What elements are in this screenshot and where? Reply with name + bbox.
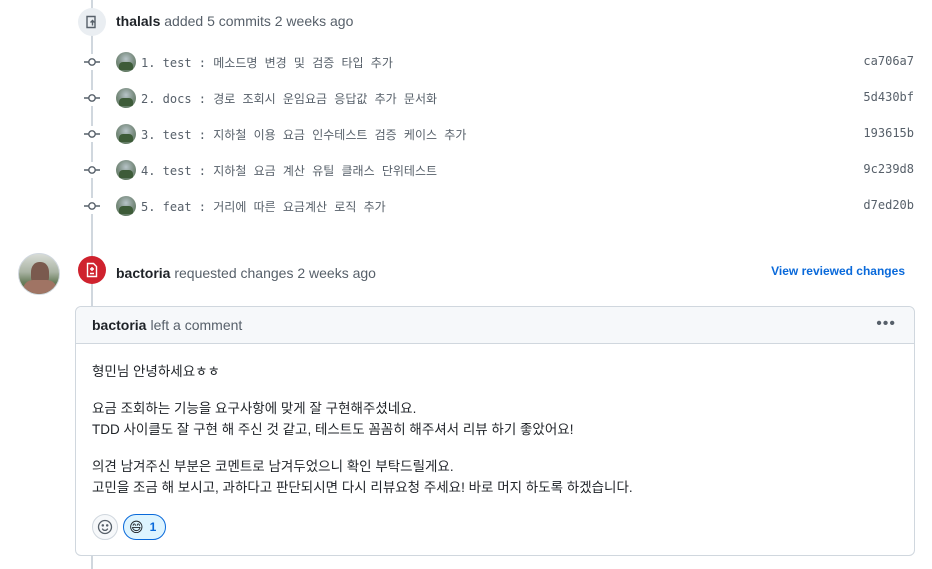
commit-sha[interactable]: 5d430bf bbox=[863, 90, 914, 104]
commit-row: 1. test : 메소드명 변경 및 검증 타입 추가 ca706a7 bbox=[84, 52, 916, 72]
commit-row: 5. feat : 거리에 따른 요금계산 로직 추가 d7ed20b bbox=[84, 196, 916, 216]
commit-message[interactable]: 2. docs : 경로 조회시 운임요금 응답값 추가 문서화 bbox=[141, 90, 437, 107]
comment-line: TDD 사이클도 잘 구현 해 주신 것 같고, 테스트도 꼼꼼히 해주셔서 리… bbox=[92, 422, 574, 437]
reviewer-avatar[interactable] bbox=[18, 253, 60, 295]
avatar[interactable] bbox=[116, 88, 136, 108]
comment-line: 고민을 조금 해 보시고, 과하다고 판단되시면 다시 리뷰요청 주세요! 바로… bbox=[92, 480, 633, 495]
reactions: 😄 1 bbox=[92, 514, 167, 540]
comment-line: 형민님 안녕하세요ㅎㅎ bbox=[92, 364, 220, 379]
commit-message[interactable]: 3. test : 지하철 이용 요금 인수테스트 검증 케이스 추가 bbox=[141, 126, 466, 143]
avatar[interactable] bbox=[116, 196, 136, 216]
review-comment: bactoria left a comment ••• 형민님 안녕하세요ㅎㅎ … bbox=[75, 306, 915, 556]
push-author[interactable]: thalals bbox=[116, 13, 160, 29]
smiley-icon[interactable] bbox=[92, 514, 118, 540]
push-action: added 5 commits 2 weeks ago bbox=[164, 13, 354, 29]
push-event: thalals added 5 commits 2 weeks ago bbox=[78, 6, 353, 38]
comment-header: bactoria left a comment ••• bbox=[76, 307, 914, 344]
file-diff-icon bbox=[78, 256, 106, 284]
avatar[interactable] bbox=[116, 52, 136, 72]
commit-row: 3. test : 지하철 이용 요금 인수테스트 검증 케이스 추가 1936… bbox=[84, 124, 916, 144]
comment-paragraph: 형민님 안녕하세요ㅎㅎ bbox=[92, 361, 898, 382]
review-event-text: bactoria requested changes 2 weeks ago bbox=[116, 265, 376, 281]
commit-sha[interactable]: d7ed20b bbox=[863, 198, 914, 212]
avatar[interactable] bbox=[116, 124, 136, 144]
git-commit-icon bbox=[84, 198, 100, 214]
view-reviewed-changes-link[interactable]: View reviewed changes bbox=[771, 264, 905, 278]
push-event-text: thalals added 5 commits 2 weeks ago bbox=[116, 13, 353, 29]
git-commit-icon bbox=[84, 126, 100, 142]
commit-sha[interactable]: 9c239d8 bbox=[863, 162, 914, 176]
review-author[interactable]: bactoria bbox=[116, 265, 170, 281]
comment-author[interactable]: bactoria bbox=[92, 317, 146, 333]
commit-message[interactable]: 5. feat : 거리에 따른 요금계산 로직 추가 bbox=[141, 198, 386, 215]
review-action: requested changes 2 weeks ago bbox=[174, 265, 376, 281]
repo-push-icon bbox=[78, 8, 106, 36]
comment-line: 요금 조회하는 기능을 요구사항에 맞게 잘 구현해주셨네요. bbox=[92, 401, 417, 416]
git-commit-icon bbox=[84, 90, 100, 106]
commit-message[interactable]: 1. test : 메소드명 변경 및 검증 타입 추가 bbox=[141, 54, 393, 71]
comment-action: left a comment bbox=[150, 317, 243, 333]
comment-paragraph: 의견 남겨주신 부분은 코멘트로 남겨두었으니 확인 부탁드릴게요. 고민을 조… bbox=[92, 456, 898, 498]
avatar[interactable] bbox=[116, 160, 136, 180]
commit-row: 2. docs : 경로 조회시 운임요금 응답값 추가 문서화 5d430bf bbox=[84, 88, 916, 108]
git-commit-icon bbox=[84, 162, 100, 178]
comment-line: 의견 남겨주신 부분은 코멘트로 남겨두었으니 확인 부탁드릴게요. bbox=[92, 459, 454, 474]
reaction-count: 1 bbox=[149, 520, 157, 534]
commit-row: 4. test : 지하철 요금 계산 유틸 클래스 단위테스트 9c239d8 bbox=[84, 160, 916, 180]
git-commit-icon bbox=[84, 54, 100, 70]
comment-paragraph: 요금 조회하는 기능을 요구사항에 맞게 잘 구현해주셨네요. TDD 사이클도… bbox=[92, 398, 898, 440]
reaction-emoji: 😄 bbox=[129, 519, 144, 535]
commit-sha[interactable]: 193615b bbox=[863, 126, 914, 140]
reaction-smile-button[interactable]: 😄 1 bbox=[123, 514, 167, 540]
commit-message[interactable]: 4. test : 지하철 요금 계산 유틸 클래스 단위테스트 bbox=[141, 162, 437, 179]
commit-sha[interactable]: ca706a7 bbox=[863, 54, 914, 68]
comment-body: 형민님 안녕하세요ㅎㅎ 요금 조회하는 기능을 요구사항에 맞게 잘 구현해주셨… bbox=[76, 344, 914, 498]
kebab-horizontal-icon[interactable]: ••• bbox=[876, 316, 896, 332]
